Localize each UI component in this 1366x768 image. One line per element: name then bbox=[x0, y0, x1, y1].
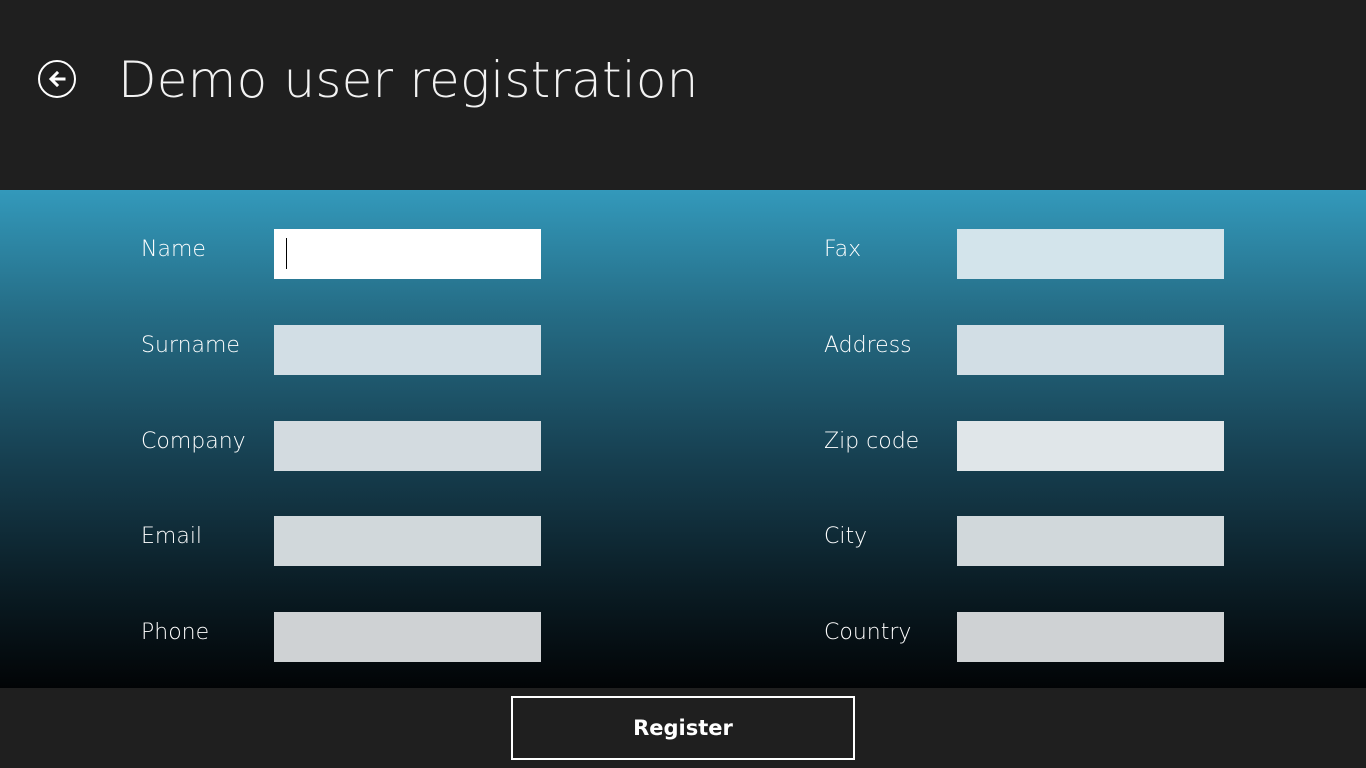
country-label: Country bbox=[824, 620, 912, 645]
zip-code-label: Zip code bbox=[824, 429, 920, 454]
zip-code-field[interactable] bbox=[957, 421, 1224, 471]
city-label: City bbox=[824, 524, 868, 549]
fax-field[interactable] bbox=[957, 229, 1224, 279]
header: Demo user registration bbox=[0, 0, 1366, 190]
register-button[interactable]: Register bbox=[511, 696, 855, 760]
email-field[interactable] bbox=[274, 516, 541, 566]
address-field[interactable] bbox=[957, 325, 1224, 375]
surname-label: Surname bbox=[141, 333, 240, 358]
company-label: Company bbox=[141, 429, 246, 454]
surname-field[interactable] bbox=[274, 325, 541, 375]
page-title: Demo user registration bbox=[118, 51, 699, 109]
company-field[interactable] bbox=[274, 421, 541, 471]
registration-form: Name Surname Company Email Phone Fax Add… bbox=[0, 190, 1366, 688]
back-arrow-icon bbox=[48, 70, 66, 88]
phone-label: Phone bbox=[141, 620, 210, 645]
footer: Register bbox=[0, 688, 1366, 768]
email-label: Email bbox=[141, 524, 203, 549]
name-field[interactable] bbox=[274, 229, 541, 279]
address-label: Address bbox=[824, 333, 912, 358]
city-field[interactable] bbox=[957, 516, 1224, 566]
fax-label: Fax bbox=[824, 237, 862, 262]
country-field[interactable] bbox=[957, 612, 1224, 662]
name-label: Name bbox=[141, 237, 206, 262]
text-caret bbox=[286, 238, 287, 269]
back-button[interactable] bbox=[38, 60, 76, 98]
phone-field[interactable] bbox=[274, 612, 541, 662]
